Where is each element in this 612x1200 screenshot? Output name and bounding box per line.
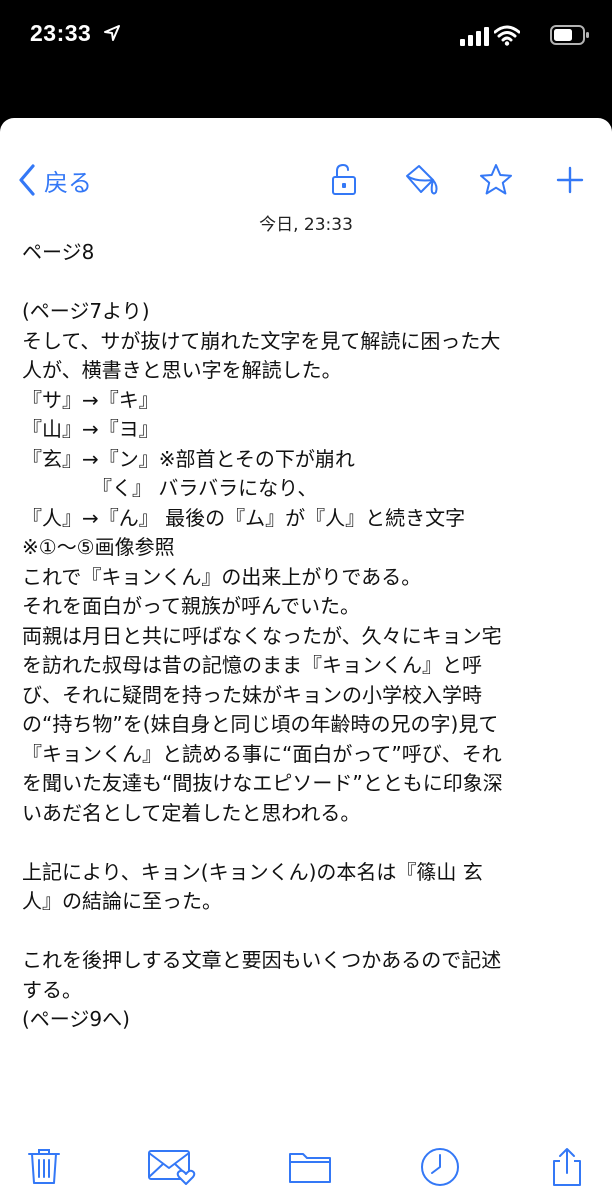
navigation-bar: 戻る 今日, 23:33 xyxy=(0,118,612,238)
message-line xyxy=(22,268,602,298)
back-button[interactable]: 戻る xyxy=(18,162,92,198)
message-line: これで『キョンくん』の出来上がりである。 xyxy=(22,564,422,589)
compose-plus-icon[interactable] xyxy=(554,162,586,198)
message-line: 『キョンくん』と読める事に“面白がって”呼び、それ xyxy=(22,741,502,766)
star-icon[interactable] xyxy=(478,162,514,198)
message-sheet: 戻る 今日, 23:33 ページ8 (ページ7より) そして、サが抜けて崩れた文字… xyxy=(0,118,612,1200)
bottom-toolbar xyxy=(0,1134,612,1200)
message-line: ページ8 xyxy=(22,240,95,264)
message-line: 『く』 バラバラになり、 xyxy=(22,476,318,500)
message-line: 上記により、キョン(キョンくん)の本名は『篠山 玄 xyxy=(22,859,483,884)
message-line: 両親は月日と共に呼ばなくなったが、久々にキョン宅 xyxy=(22,623,502,648)
message-line: 『人』→『ん』 最後の『ム』が『人』と続き文字 xyxy=(22,505,466,530)
message-line: を聞いた友達も“間抜けなエピソード”とともに印象深 xyxy=(22,771,503,795)
message-line: する。 xyxy=(22,977,82,1002)
message-line: 『玄』→『ン』※部首とその下が崩れ xyxy=(22,446,355,471)
message-line: これを後押しする文章と要因もいくつかあるので記述 xyxy=(22,948,502,972)
status-bar: 23:33 xyxy=(0,0,612,70)
message-body: ページ8 (ページ7より) そして、サが抜けて崩れた文字を見て解読に困った大 人が、… xyxy=(22,238,602,1035)
message-line: 人が、横書きと思い字を解読した。 xyxy=(22,358,342,382)
message-line xyxy=(22,828,602,858)
mail-heart-icon[interactable] xyxy=(146,1146,200,1186)
message-date: 今日, 23:33 xyxy=(259,215,353,235)
clock-icon[interactable] xyxy=(418,1146,462,1188)
back-button-label: 戻る xyxy=(44,168,92,197)
message-line: 『山』→『ヨ』 xyxy=(22,417,159,441)
message-line: (ページ7より) xyxy=(22,299,150,323)
location-arrow-icon xyxy=(104,25,120,41)
message-line xyxy=(22,917,602,947)
message-line: それを面白がって親族が呼んでいた。 xyxy=(22,594,360,618)
wifi-icon xyxy=(494,25,520,46)
folder-icon[interactable] xyxy=(288,1146,332,1186)
status-time: 23:33 xyxy=(30,20,92,46)
message-line: ※①〜⑤画像参照 xyxy=(22,535,175,559)
message-line: 『サ』→『キ』 xyxy=(22,387,159,412)
share-icon[interactable] xyxy=(550,1146,584,1188)
paint-bucket-icon[interactable] xyxy=(402,162,440,198)
cellular-signal-icon xyxy=(460,27,489,46)
unlock-icon[interactable] xyxy=(326,162,362,198)
message-line: 人』の結論に至った。 xyxy=(22,889,222,913)
battery-icon xyxy=(550,25,589,45)
message-line: (ページ9へ) xyxy=(22,1007,130,1031)
chevron-left-icon xyxy=(19,164,35,196)
message-line: そして、サが抜けて崩れた文字を見て解読に困った大 xyxy=(22,328,501,353)
message-line: を訪れた叔母は昔の記憶のまま『キョンくん』と呼 xyxy=(22,653,482,677)
message-line: の“持ち物”を(妹自身と同じ頃の年齢時の兄の字)見て xyxy=(22,712,499,736)
message-line: いあだ名として定着したと思われる。 xyxy=(22,800,361,825)
trash-icon[interactable] xyxy=(26,1146,62,1186)
message-line: び、それに疑問を持った妹がキョンの小学校入学時 xyxy=(22,682,482,707)
